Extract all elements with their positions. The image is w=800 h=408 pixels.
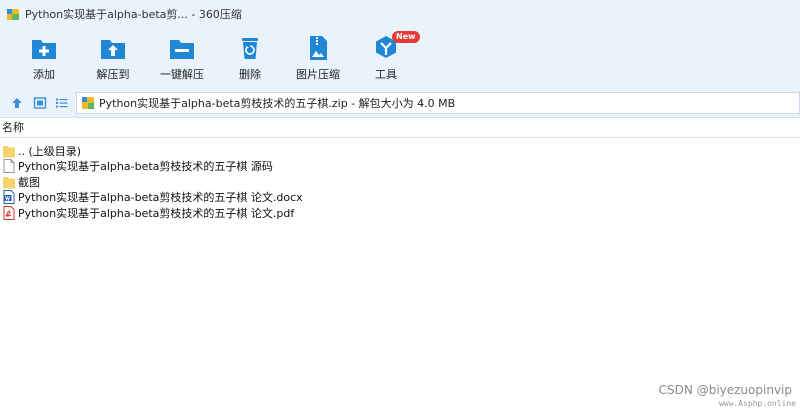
add-icon [32,40,56,59]
toolbar: 添加 解压到 一键解压 删除 图片压缩 New 工具 [0,28,800,88]
list-item[interactable]: Python实现基于alpha-beta剪枝技术的五子棋 源码 [0,159,800,175]
app-logo-icon [7,9,19,20]
window-title: Python实现基于alpha-beta剪... - 360压缩 [25,8,242,21]
thumbnail-view-icon[interactable] [33,96,47,110]
pdf-icon [3,205,15,220]
one-click-extract-button[interactable]: 一键解压 [152,34,212,86]
extract-to-button[interactable]: 解压到 [83,34,143,86]
image-compress-icon [310,36,327,60]
extract-to-icon [101,40,125,59]
file-icon [3,159,15,174]
address-bar: Python实现基于alpha-beta剪枝技术的五子棋.zip - 解包大小为… [0,88,800,118]
path-field[interactable]: Python实现基于alpha-beta剪枝技术的五子棋.zip - 解包大小为… [76,92,800,114]
column-header-name[interactable]: 名称 [0,118,800,138]
one-click-extract-icon [170,40,194,59]
word-doc-icon [3,190,15,205]
tools-button[interactable]: New 工具 [356,31,420,86]
new-badge: New [392,31,420,43]
archive-path: Python实现基于alpha-beta剪枝技术的五子棋.zip - 解包大小为… [99,97,456,110]
list-item[interactable]: 截图 [0,174,800,190]
add-button[interactable]: 添加 [14,34,74,86]
image-compress-button[interactable]: 图片压缩 [288,34,348,86]
list-item[interactable]: Python实现基于alpha-beta剪枝技术的五子棋 论文.docx [0,190,800,206]
list-view-icon[interactable] [55,96,69,110]
title-bar: Python实现基于alpha-beta剪... - 360压缩 [0,0,800,28]
list-item[interactable]: Python实现基于alpha-beta剪枝技术的五子棋 论文.pdf [0,205,800,221]
watermark-site: www.Asphp.online [718,399,796,408]
list-item[interactable]: .. (上级目录) [0,143,800,159]
zip-archive-icon [82,97,94,109]
file-list: 名称 .. (上级目录) Python实现基于alpha-beta剪枝技术的五子… [0,118,800,408]
delete-button[interactable]: 删除 [220,34,280,86]
folder-icon [3,176,15,189]
folder-icon [3,145,15,158]
up-arrow-icon[interactable] [10,96,24,110]
delete-icon [242,38,258,59]
watermark-text: CSDN @biyezuopinvip [658,383,792,397]
